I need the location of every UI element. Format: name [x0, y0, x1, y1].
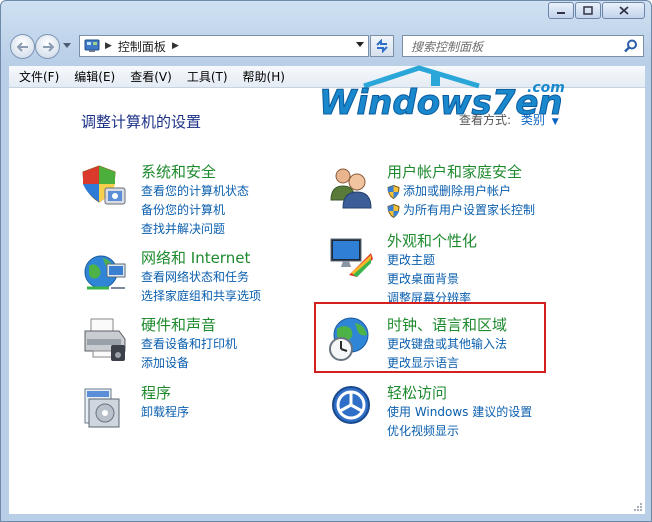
view-by-label: 查看方式:	[459, 113, 512, 127]
programs-icon[interactable]	[81, 383, 129, 431]
link-change-theme[interactable]: 更改主题	[387, 251, 477, 270]
link-recommended-settings[interactable]: 使用 Windows 建议的设置	[387, 403, 532, 422]
link-add-remove-accounts[interactable]: 添加或删除用户帐户	[403, 182, 511, 201]
address-separator-icon[interactable]: ▶	[105, 41, 112, 51]
link-add-device[interactable]: 添加设备	[141, 354, 237, 373]
category-title[interactable]: 硬件和声音	[141, 315, 237, 335]
address-bar[interactable]: ▶ 控制面板 ▶	[79, 35, 369, 57]
page-title: 调整计算机的设置	[81, 113, 202, 131]
maximize-button[interactable]	[575, 2, 601, 19]
forward-button[interactable]	[35, 34, 60, 59]
recent-pages-dropdown-icon[interactable]	[63, 43, 71, 48]
globe-network-icon[interactable]	[81, 248, 129, 296]
category-text: 程序 卸载程序	[141, 383, 189, 422]
highlight-box	[314, 302, 546, 373]
link-troubleshoot[interactable]: 查找并解决问题	[141, 220, 249, 239]
menu-edit[interactable]: 编辑(E)	[64, 68, 120, 85]
link-desktop-background[interactable]: 更改桌面背景	[387, 270, 477, 289]
refresh-icon	[376, 39, 388, 53]
printer-icon[interactable]	[81, 315, 129, 363]
refresh-button[interactable]	[370, 35, 394, 57]
category-title[interactable]: 外观和个性化	[387, 231, 477, 251]
logo-com-text: .com	[527, 80, 565, 96]
control-panel-icon	[84, 39, 100, 52]
uac-shield-icon	[387, 184, 400, 199]
search-icon[interactable]	[624, 39, 638, 53]
minimize-icon	[557, 11, 565, 14]
link-devices-printers[interactable]: 查看设备和打印机	[141, 335, 237, 354]
category-text: 用户帐户和家庭安全 添加或删除用户帐户 为所有用户设置家长控制	[387, 162, 535, 220]
category-title[interactable]: 轻松访问	[387, 383, 532, 403]
category-title[interactable]: 程序	[141, 383, 189, 403]
title-bar	[1, 1, 651, 27]
forward-arrow-icon	[42, 41, 54, 52]
shield-pc-icon[interactable]	[81, 162, 129, 210]
address-dropdown-icon[interactable]	[356, 42, 364, 47]
menu-help[interactable]: 帮助(H)	[233, 68, 290, 85]
link-uninstall[interactable]: 卸载程序	[141, 403, 189, 422]
category-text: 网络和 Internet 查看网络状态和任务 选择家庭组和共享选项	[141, 248, 261, 306]
breadcrumb-arrow-icon[interactable]: ▶	[172, 41, 179, 51]
search-box[interactable]	[402, 35, 644, 57]
breadcrumb-control-panel[interactable]: 控制面板	[118, 38, 166, 55]
close-icon	[618, 6, 629, 15]
menu-file[interactable]: 文件(F)	[9, 68, 64, 85]
control-panel-window: ▶ 控制面板 ▶ 文件(F) 编辑(E) 查看(V) 工具(T) 帮助(H)	[0, 0, 652, 522]
category-text: 系统和安全 查看您的计算机状态 备份您的计算机 查找并解决问题	[141, 162, 249, 239]
uac-shield-icon	[387, 203, 400, 218]
link-parental-controls[interactable]: 为所有用户设置家长控制	[403, 201, 535, 220]
link-backup[interactable]: 备份您的计算机	[141, 201, 249, 220]
link-add-remove-accounts-row: 添加或删除用户帐户	[387, 182, 535, 201]
view-by-dropdown[interactable]: 类别	[521, 113, 545, 127]
category-title[interactable]: 系统和安全	[141, 162, 249, 182]
link-view-status[interactable]: 查看您的计算机状态	[141, 182, 249, 201]
menu-tools[interactable]: 工具(T)	[177, 68, 233, 85]
view-by-control: 查看方式: 类别 ▼	[459, 111, 559, 128]
category-text: 轻松访问 使用 Windows 建议的设置 优化视频显示	[387, 383, 532, 441]
link-homegroup[interactable]: 选择家庭组和共享选项	[141, 287, 261, 306]
back-button[interactable]	[10, 34, 35, 59]
link-parental-controls-row: 为所有用户设置家长控制	[387, 201, 535, 220]
link-network-status[interactable]: 查看网络状态和任务	[141, 268, 261, 287]
maximize-icon	[583, 6, 593, 15]
link-optimize-display[interactable]: 优化视频显示	[387, 422, 532, 441]
content-pane: Windows7en .com 调整计算机的设置 查看方式: 类别 ▼ 系统和安…	[9, 65, 645, 514]
navigation-bar: ▶ 控制面板 ▶	[1, 28, 651, 64]
category-title[interactable]: 网络和 Internet	[141, 248, 261, 268]
view-by-dropdown-icon[interactable]: ▼	[552, 117, 559, 127]
category-title[interactable]: 用户帐户和家庭安全	[387, 162, 535, 182]
monitor-paint-icon[interactable]	[327, 231, 375, 279]
ease-of-access-icon[interactable]	[327, 383, 375, 431]
search-input[interactable]	[409, 37, 618, 57]
users-icon[interactable]	[327, 162, 375, 210]
window-buttons	[547, 2, 645, 19]
close-button[interactable]	[602, 2, 645, 19]
category-text: 硬件和声音 查看设备和打印机 添加设备	[141, 315, 237, 373]
menu-view[interactable]: 查看(V)	[120, 68, 177, 85]
category-text: 外观和个性化 更改主题 更改桌面背景 调整屏幕分辨率	[387, 231, 477, 308]
back-arrow-icon	[16, 41, 28, 52]
resize-grip-icon[interactable]	[631, 500, 643, 512]
minimize-button[interactable]	[548, 2, 574, 19]
